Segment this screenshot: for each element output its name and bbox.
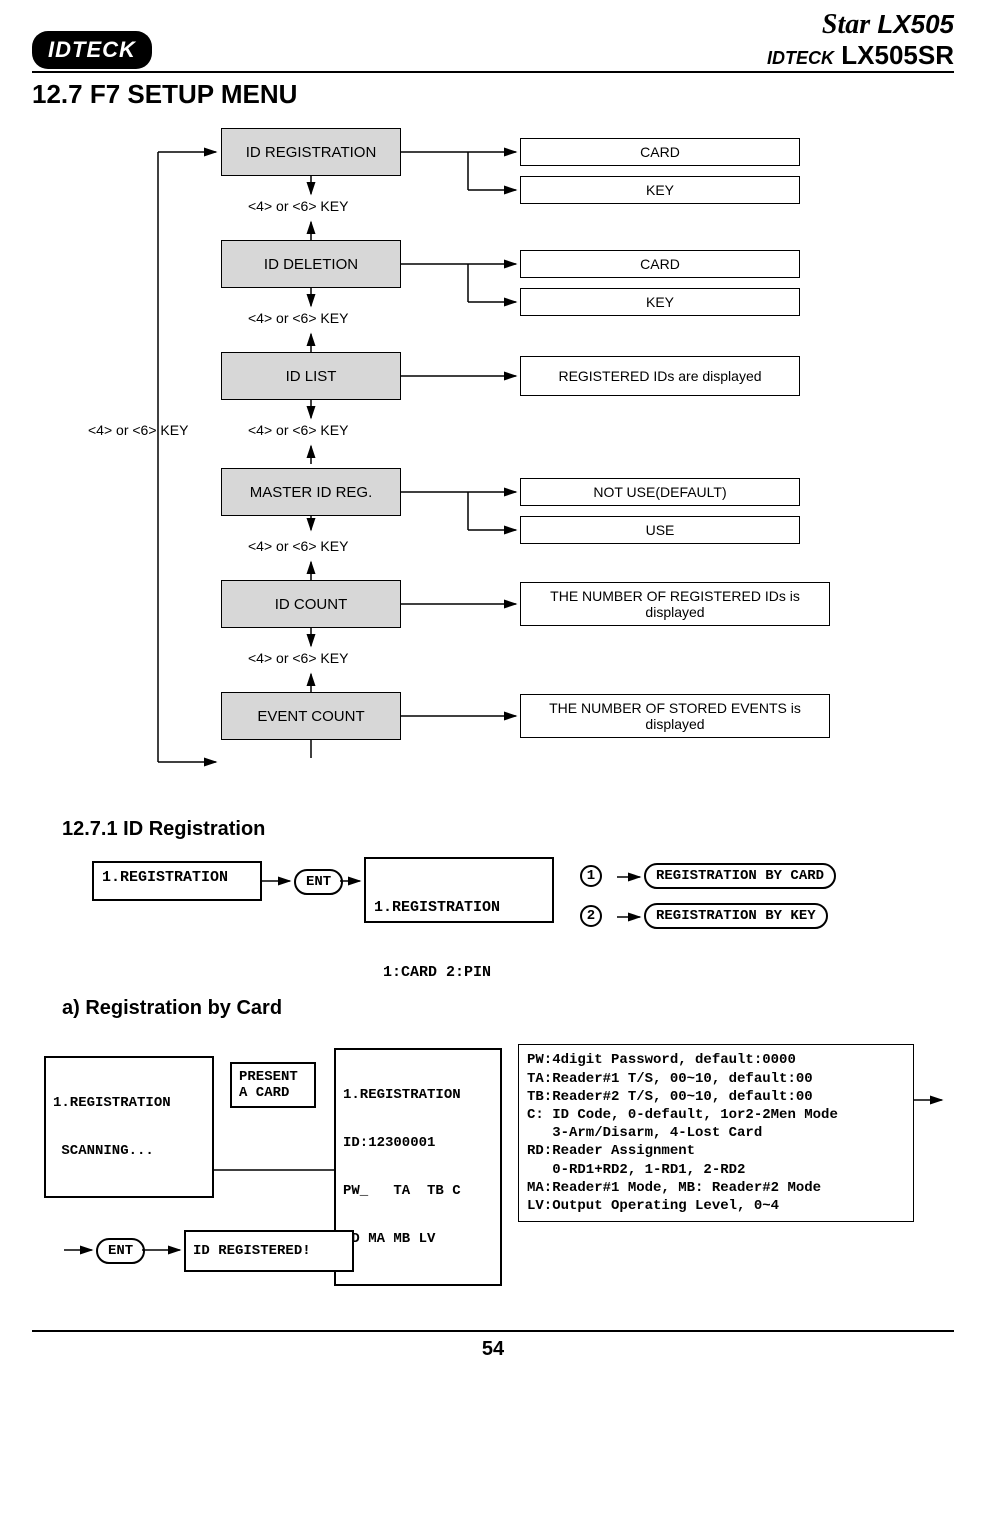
nav-key-label: <4> or <6> KEY [248,650,348,666]
lcd-line: 1.REGISTRATION [53,1095,205,1111]
menu-id-count: ID COUNT [221,580,401,628]
menu-event-count: EVENT COUNT [221,692,401,740]
lcd-screen: 1.REGISTRATION 1:CARD 2:PIN [364,857,554,923]
out-id-list: REGISTERED IDs are displayed [520,356,800,396]
option-registration-by-card: REGISTRATION BY CARD [644,863,836,889]
page-header: IDTECK Star LX505 IDTECK LX505SR [32,10,954,73]
lcd-screen-scanning: 1.REGISTRATION SCANNING... [44,1056,214,1198]
product-prefix: Star [822,9,870,40]
lcd-line: RD MA MB LV [343,1231,493,1247]
out-event-count: THE NUMBER OF STORED EVENTS is displayed [520,694,830,738]
prompt-present-card: PRESENT A CARD [230,1062,316,1108]
lcd-line: 1:CARD 2:PIN [374,964,544,981]
lcd-screen: 1.REGISTRATION [92,861,262,901]
ent-key: ENT [96,1238,145,1264]
subsection-heading: 12.7.1 ID Registration [62,818,954,841]
lcd-line: PW_ TA TB C [343,1183,493,1199]
menu-id-registration: ID REGISTRATION [221,128,401,176]
brand-small: IDTECK [767,48,834,68]
lcd-line: ID:12300001 [343,1135,493,1151]
field-definitions-panel: PW:4digit Password, default:0000 TA:Read… [518,1044,914,1222]
menu-master-id-reg: MASTER ID REG. [221,468,401,516]
product-model-1: LX505 [877,9,954,39]
lcd-screen-registered: ID REGISTERED! [184,1230,354,1272]
brand-logo-left: IDTECK [32,31,152,69]
registration-by-card-diagram: 1.REGISTRATION SCANNING... PRESENT A CAR… [34,1040,954,1300]
product-model-2: LX505SR [841,40,954,70]
section-heading: 12.7 F7 SETUP MENU [32,79,954,110]
out-id-count: THE NUMBER OF REGISTERED IDs is displaye… [520,582,830,626]
menu-flow-diagram: ID REGISTRATION ID DELETION ID LIST MAST… [68,128,918,798]
out-use: USE [520,516,800,544]
option-registration-by-key: REGISTRATION BY KEY [644,903,828,929]
out-key: KEY [520,288,800,316]
lcd-line: SCANNING... [53,1143,205,1159]
nav-key-label: <4> or <6> KEY [248,538,348,554]
ent-key: ENT [294,869,343,895]
nav-key-label: <4> or <6> KEY [248,310,348,326]
out-not-use: NOT USE(DEFAULT) [520,478,800,506]
brand-logo-right: Star LX505 IDTECK LX505SR [767,10,954,69]
page-footer: 54 [32,1330,954,1361]
nav-key-label: <4> or <6> KEY [248,198,348,214]
nav-key-label: <4> or <6> KEY [248,422,348,438]
page-number: 54 [482,1338,504,1360]
menu-id-deletion: ID DELETION [221,240,401,288]
out-key: KEY [520,176,800,204]
out-card: CARD [520,138,800,166]
registration-flow-diagram: 1.REGISTRATION ENT 1.REGISTRATION 1:CARD… [62,857,962,957]
menu-id-list: ID LIST [221,352,401,400]
lcd-screen-id-entry: 1.REGISTRATION ID:12300001 PW_ TA TB C R… [334,1048,502,1286]
lcd-line: 1.REGISTRATION [343,1087,493,1103]
lcd-line: 1.REGISTRATION [374,899,544,916]
nav-cycle-label: <4> or <6> KEY [88,422,188,438]
out-card: CARD [520,250,800,278]
